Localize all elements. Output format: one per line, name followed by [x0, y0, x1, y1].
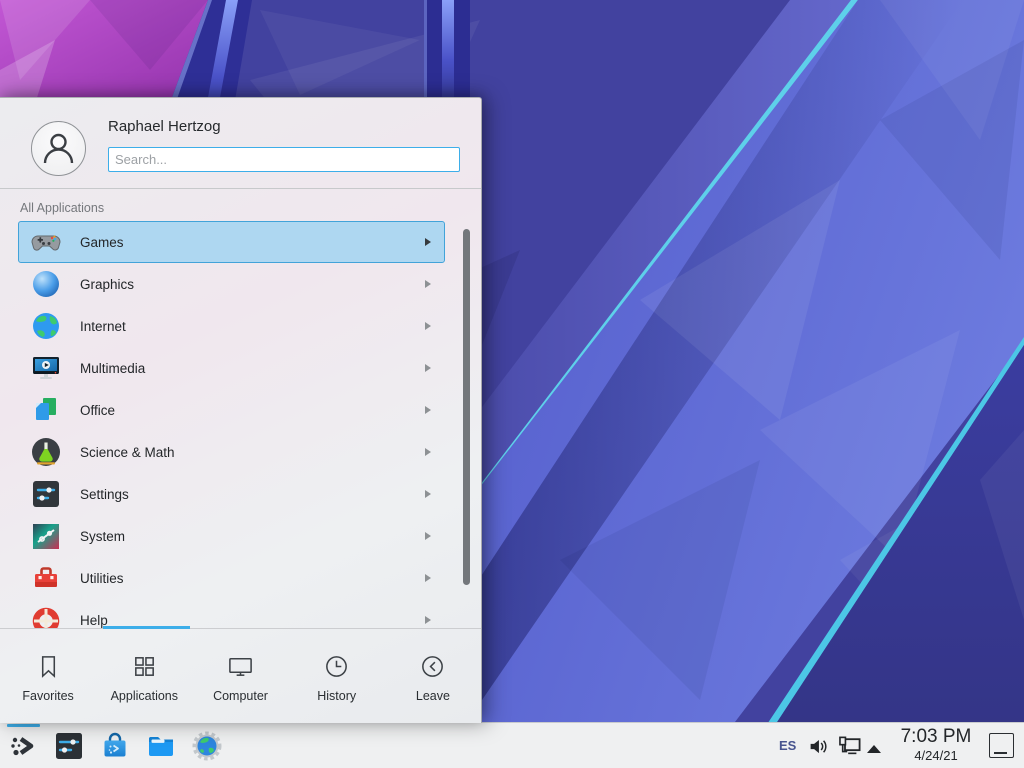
submenu-arrow-icon — [425, 490, 431, 498]
category-label: Multimedia — [80, 361, 145, 376]
submenu-arrow-icon — [425, 322, 431, 330]
submenu-arrow-icon — [425, 280, 431, 288]
tab-computer[interactable]: Computer — [192, 632, 288, 723]
clock-time: 7:03 PM — [893, 727, 979, 746]
tab-label: History — [317, 689, 356, 703]
show-desktop-button[interactable] — [989, 733, 1014, 758]
category-label: Graphics — [80, 277, 134, 292]
system-gradient-icon — [30, 520, 62, 552]
lifebuoy-icon — [30, 604, 62, 628]
submenu-arrow-icon — [425, 532, 431, 540]
network-button[interactable] — [838, 736, 862, 762]
submenu-arrow-icon — [425, 616, 431, 624]
active-tab-indicator — [103, 626, 190, 629]
gamepad-icon — [30, 226, 62, 258]
wired-network-icon — [838, 736, 862, 757]
bookmark-icon — [35, 653, 62, 680]
category-list: Games Graphics — [0, 221, 481, 628]
discover-button[interactable] — [99, 730, 131, 762]
category-label: Utilities — [80, 571, 124, 586]
sliders-icon — [30, 478, 62, 510]
launcher-tabbar: Favorites Applications Computer — [0, 632, 481, 723]
leave-icon — [419, 653, 446, 680]
globe-gear-icon — [191, 730, 223, 762]
section-label: All Applications — [20, 201, 104, 215]
category-internet[interactable]: Internet — [18, 305, 445, 347]
submenu-arrow-icon — [425, 574, 431, 582]
submenu-arrow-icon — [425, 448, 431, 456]
category-label: Internet — [80, 319, 126, 334]
category-label: Settings — [80, 487, 129, 502]
tab-leave[interactable]: Leave — [385, 632, 481, 723]
clock-widget[interactable]: 7:03 PM 4/24/21 — [893, 727, 979, 762]
category-games[interactable]: Games — [18, 221, 445, 263]
volume-button[interactable] — [808, 736, 829, 762]
tab-label: Leave — [416, 689, 450, 703]
header-separator — [0, 188, 481, 189]
tab-label: Computer — [213, 689, 268, 703]
category-utilities[interactable]: Utilities — [18, 557, 445, 599]
tab-favorites[interactable]: Favorites — [0, 632, 96, 723]
application-launcher-popup: Raphael Hertzog All Applications Games — [0, 97, 482, 723]
speaker-icon — [808, 736, 829, 757]
search-input[interactable] — [108, 147, 460, 172]
toolbox-icon — [30, 562, 62, 594]
category-label: Games — [80, 235, 124, 250]
launcher-active-indicator — [7, 724, 40, 727]
folder-icon — [145, 730, 177, 762]
tab-label: Favorites — [22, 689, 73, 703]
user-avatar[interactable] — [31, 121, 86, 176]
category-graphics[interactable]: Graphics — [18, 263, 445, 305]
tab-applications[interactable]: Applications — [96, 632, 192, 723]
web-browser-button[interactable] — [191, 730, 223, 762]
clock-date: 4/24/21 — [893, 749, 979, 762]
globe-icon — [30, 310, 62, 342]
submenu-arrow-icon — [425, 364, 431, 372]
desktop: Raphael Hertzog All Applications Games — [0, 0, 1024, 768]
caret-up-icon — [866, 744, 882, 754]
tray-expand-button[interactable] — [866, 741, 882, 759]
category-label: Office — [80, 403, 115, 418]
category-system[interactable]: System — [18, 515, 445, 557]
category-label: Science & Math — [80, 445, 175, 460]
list-scrollbar[interactable] — [463, 229, 470, 585]
category-office[interactable]: Office — [18, 389, 445, 431]
user-icon — [42, 131, 75, 166]
category-label: System — [80, 529, 125, 544]
keyboard-layout-indicator[interactable]: ES — [779, 738, 796, 753]
discover-bag-icon — [99, 730, 131, 762]
kde-launcher-icon — [8, 730, 40, 762]
tabbar-separator — [0, 628, 481, 629]
submenu-arrow-icon — [425, 238, 431, 246]
tab-label: Applications — [111, 689, 178, 703]
tab-history[interactable]: History — [289, 632, 385, 723]
monitor-play-icon — [30, 352, 62, 384]
sphere-icon — [30, 268, 62, 300]
category-multimedia[interactable]: Multimedia — [18, 347, 445, 389]
file-manager-button[interactable] — [145, 730, 177, 762]
computer-icon — [227, 653, 254, 680]
documents-icon — [30, 394, 62, 426]
category-science-math[interactable]: Science & Math — [18, 431, 445, 473]
system-settings-button[interactable] — [53, 730, 85, 762]
category-settings[interactable]: Settings — [18, 473, 445, 515]
flask-icon — [30, 436, 62, 468]
user-name: Raphael Hertzog — [108, 118, 221, 135]
system-settings-icon — [53, 730, 85, 762]
clock-icon — [323, 653, 350, 680]
app-grid-icon — [131, 653, 158, 680]
category-help[interactable]: Help — [18, 599, 445, 628]
submenu-arrow-icon — [425, 406, 431, 414]
application-launcher-button[interactable] — [8, 730, 40, 762]
taskbar-panel: ES 7:03 PM 4/24/21 — [0, 722, 1024, 768]
